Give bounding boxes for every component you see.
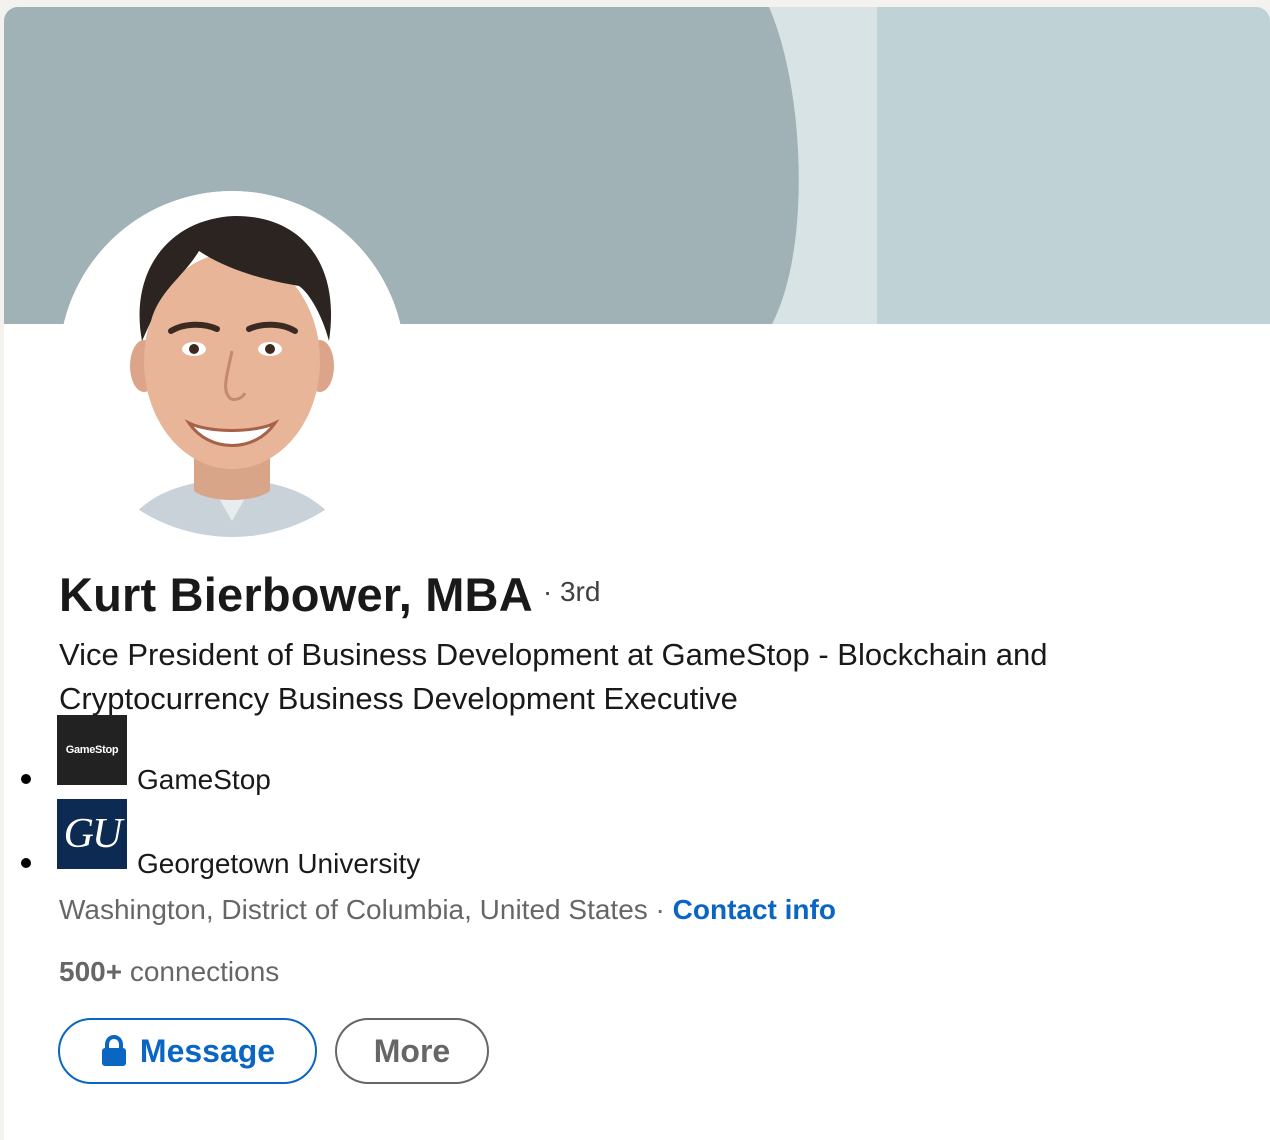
lock-icon [101, 1035, 126, 1066]
location-separator: · [647, 894, 673, 925]
georgetown-logo-icon: GU [57, 799, 127, 869]
bullet-icon [21, 858, 31, 868]
org-name: Georgetown University [137, 848, 421, 879]
connection-degree: · 3rd [542, 576, 601, 607]
profile-card: Kurt Bierbower, MBA · 3rd Vice President… [4, 7, 1270, 1140]
contact-info-link[interactable]: Contact info [673, 894, 836, 925]
message-button-label: Message [139, 1032, 276, 1069]
location-row: Washington, District of Columbia, United… [59, 894, 836, 926]
gamestop-logo-icon: GameStop [57, 715, 127, 785]
bullet-icon [21, 774, 31, 784]
profile-photo[interactable] [59, 191, 405, 537]
connections-number: 500+ [59, 956, 123, 987]
more-button-label: More [373, 1032, 451, 1069]
org-name: GameStop [137, 764, 271, 795]
profile-name-row: Kurt Bierbower, MBA · 3rd [59, 567, 600, 622]
more-button[interactable]: More [335, 1018, 489, 1084]
connections-count[interactable]: 500+ connections [59, 956, 279, 988]
message-button[interactable]: Message [58, 1018, 317, 1084]
profile-headline: Vice President of Business Development a… [59, 637, 1048, 716]
connections-label: connections [122, 956, 280, 987]
profile-name: Kurt Bierbower, MBA [59, 568, 533, 621]
location-text: Washington, District of Columbia, United… [59, 894, 648, 925]
